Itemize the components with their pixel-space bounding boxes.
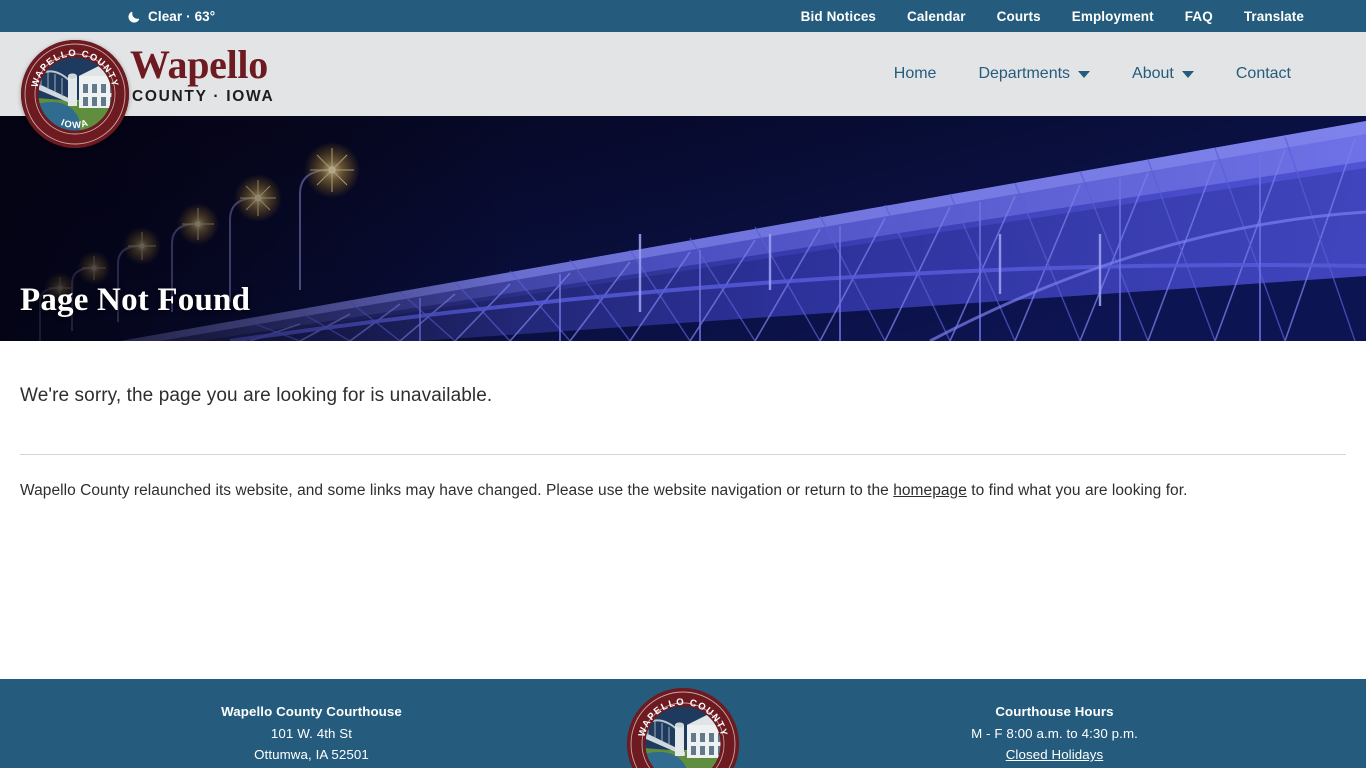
- footer-hours-column: Courthouse Hours M - F 8:00 a.m. to 4:30…: [783, 701, 1326, 768]
- brand-name: Wapello: [130, 41, 268, 87]
- county-seal-icon: WAPELLO COUNTY IOWA: [21, 40, 129, 148]
- error-detail-after: to find what you are looking for.: [966, 482, 1188, 499]
- site-footer: Wapello County Courthouse 101 W. 4th St …: [0, 679, 1366, 768]
- top-utility-bar: Clear · 63° Bid Notices Calendar Courts …: [0, 0, 1366, 32]
- footer-hours-line-1: M - F 8:00 a.m. to 4:30 p.m.: [971, 725, 1138, 741]
- weather-widget[interactable]: Clear · 63°: [128, 9, 215, 24]
- nav-item-departments[interactable]: Departments: [957, 65, 1111, 83]
- main-navigation: Home Departments About Contact: [873, 65, 1312, 83]
- hero-banner: Page Not Found: [0, 116, 1366, 341]
- utility-link-faq[interactable]: FAQ: [1185, 9, 1213, 24]
- footer-closed-holidays-link[interactable]: Closed Holidays: [1006, 747, 1104, 762]
- footer-county-seal-logo[interactable]: WAPELLO COUNTY IOWA: [627, 688, 739, 768]
- footer-logo-column: WAPELLO COUNTY IOWA: [583, 688, 783, 768]
- county-seal-logo[interactable]: WAPELLO COUNTY IOWA: [21, 40, 129, 148]
- error-detail-text: Wapello County relaunched its website, a…: [20, 455, 1346, 500]
- county-seal-icon: WAPELLO COUNTY IOWA: [627, 688, 739, 768]
- weather-text: Clear · 63°: [148, 8, 216, 24]
- nav-label-home: Home: [893, 65, 937, 82]
- error-lead-text: We're sorry, the page you are looking fo…: [20, 385, 493, 406]
- utility-link-calendar[interactable]: Calendar: [907, 9, 966, 24]
- utility-link-translate[interactable]: Translate: [1244, 9, 1304, 24]
- homepage-link[interactable]: homepage: [893, 482, 967, 499]
- nav-label-about: About: [1132, 65, 1174, 82]
- moon-icon: [128, 11, 140, 23]
- utility-link-bid-notices[interactable]: Bid Notices: [801, 9, 876, 24]
- footer-address-line-1: 101 W. 4th St: [270, 725, 353, 741]
- utility-link-employment[interactable]: Employment: [1072, 9, 1154, 24]
- nav-item-contact[interactable]: Contact: [1215, 65, 1312, 83]
- chevron-down-icon: [1181, 70, 1194, 78]
- brand-subtitle: COUNTY · IOWA: [132, 87, 275, 105]
- site-header: WAPELLO COUNTY IOWA Wapello COUNTY · IOW…: [0, 32, 1366, 148]
- nav-label-contact: Contact: [1235, 65, 1291, 82]
- footer-hours-heading: Courthouse Hours: [995, 704, 1114, 720]
- nav-item-about[interactable]: About: [1111, 65, 1215, 83]
- footer-courthouse-heading: Wapello County Courthouse: [221, 704, 402, 720]
- nav-label-departments: Departments: [978, 65, 1071, 82]
- utility-nav: Bid Notices Calendar Courts Employment F…: [801, 9, 1304, 24]
- utility-link-courts[interactable]: Courts: [997, 9, 1041, 24]
- footer-address-column: Wapello County Courthouse 101 W. 4th St …: [40, 701, 583, 768]
- footer-address-line-2: Ottumwa, IA 52501: [254, 747, 369, 762]
- error-detail-before: Wapello County relaunched its website, a…: [20, 482, 894, 499]
- main-content: We're sorry, the page you are looking fo…: [0, 341, 1366, 679]
- page-title: Page Not Found: [20, 282, 251, 318]
- nav-item-home[interactable]: Home: [873, 65, 958, 83]
- chevron-down-icon: [1078, 70, 1091, 78]
